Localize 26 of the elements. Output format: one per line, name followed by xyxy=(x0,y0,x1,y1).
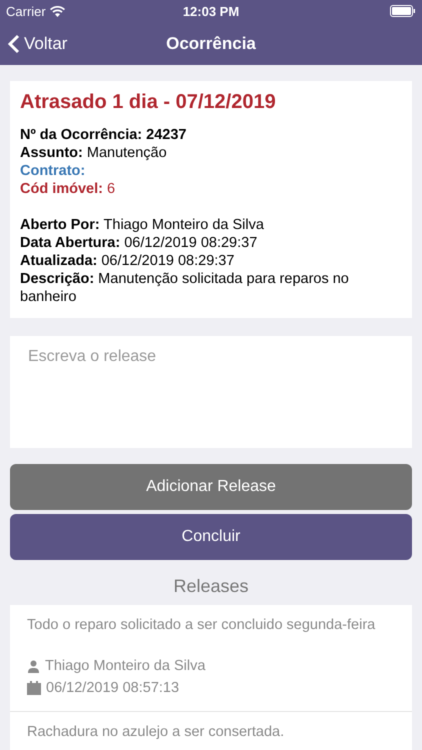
chevron-left-icon xyxy=(8,34,20,54)
battery-icon xyxy=(390,5,416,17)
detail-line: Nº da Ocorrência: 24237 xyxy=(20,126,188,144)
detail-line: Cód imóvel: 6 xyxy=(20,180,116,198)
delay-headline: Atrasado 1 dia - 07/12/2019 xyxy=(20,91,277,114)
release-date: 06/12/2019 08:57:13 xyxy=(46,679,180,698)
detail-line: Descrição: Manutenção solicitada para reparos no banheiro xyxy=(20,270,350,306)
detail-line: Atualizada: 06/12/2019 08:29:37 xyxy=(20,252,236,270)
release-text: Todo o reparo solicitado a ser concluido segunda-feira xyxy=(27,617,376,633)
add-release-button[interactable]: Adicionar Release xyxy=(10,464,412,510)
status-time: 12:03 PM xyxy=(182,4,240,18)
carrier-label: Carrier xyxy=(6,4,46,18)
back-button[interactable]: Voltar xyxy=(0,34,76,54)
release-author: Thiago Monteiro da Silva xyxy=(45,657,206,676)
person-icon xyxy=(27,660,40,672)
calendar-icon xyxy=(27,681,41,695)
releases-heading: Releases xyxy=(172,576,250,597)
release-text: Rachadura no azulejo a ser consertada. xyxy=(27,724,286,740)
screen-title: Ocorrência xyxy=(166,34,256,54)
conclude-button[interactable]: Concluir xyxy=(10,514,412,560)
release-input[interactable]: Escreva o release xyxy=(10,336,412,448)
detail-line: Aberto Por: Thiago Monteiro da Silva xyxy=(20,216,265,234)
wifi-icon xyxy=(50,6,65,16)
detail-line: Data Abertura: 06/12/2019 08:29:37 xyxy=(20,234,258,252)
detail-line: Assunto: Manutenção xyxy=(20,144,168,162)
detail-line: Contrato: xyxy=(20,162,86,180)
